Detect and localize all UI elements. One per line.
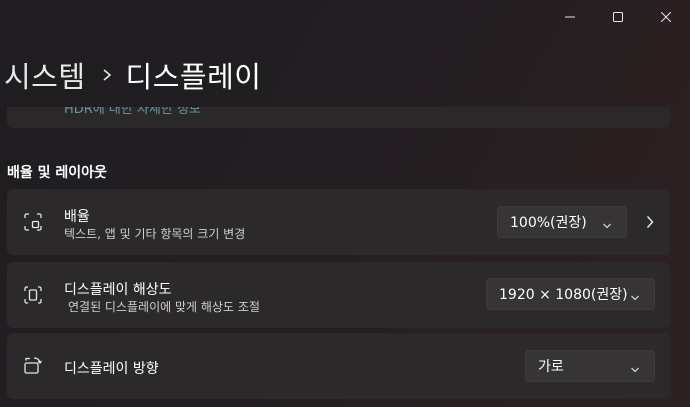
resolution-dropdown-value: 1920 × 1080(권장) <box>499 287 628 303</box>
chevron-down-icon <box>630 362 640 378</box>
resolution-setting-card[interactable]: 디스플레이 해상도 연결된 디스플레이에 맞게 해상도 조절 1920 × 10… <box>7 262 670 328</box>
close-icon[interactable] <box>642 0 690 34</box>
page-title: 디스플레이 <box>125 60 262 94</box>
hdr-info-link[interactable]: HDR에 대한 자세한 정보 <box>64 107 201 117</box>
breadcrumb: 시스템 디스플레이 <box>4 54 261 96</box>
scale-dropdown[interactable]: 100%(권장) <box>497 206 627 238</box>
resolution-icon <box>23 285 43 305</box>
scale-setting-card[interactable]: 배율 텍스트, 앱 및 기타 항목의 크기 변경 100%(권장) <box>7 189 670 255</box>
orientation-title: 디스플레이 방향 <box>64 361 159 377</box>
orientation-dropdown[interactable]: 가로 <box>525 350 655 382</box>
maximize-icon[interactable] <box>594 0 642 34</box>
orientation-icon <box>23 356 43 376</box>
resolution-title: 디스플레이 해상도 <box>64 282 172 298</box>
scale-subtitle: 텍스트, 앱 및 기타 항목의 크기 변경 <box>64 227 246 241</box>
scale-icon <box>23 212 43 232</box>
chevron-right-icon <box>102 68 112 82</box>
scale-dropdown-value: 100%(권장) <box>510 215 587 231</box>
chevron-down-icon <box>630 290 640 306</box>
window-controls <box>546 0 690 34</box>
scale-title: 배율 <box>64 209 90 225</box>
resolution-dropdown[interactable]: 1920 × 1080(권장) <box>486 278 655 310</box>
hdr-card-scrolled: HDR에 대한 자세한 정보 <box>7 107 670 128</box>
chevron-right-icon[interactable] <box>646 214 654 233</box>
chevron-down-icon <box>602 218 612 234</box>
minimize-icon[interactable] <box>546 0 594 34</box>
orientation-setting-card[interactable]: 디스플레이 방향 가로 <box>7 333 670 399</box>
orientation-dropdown-value: 가로 <box>538 359 564 375</box>
resolution-subtitle: 연결된 디스플레이에 맞게 해상도 조절 <box>68 300 260 314</box>
breadcrumb-parent-system[interactable]: 시스템 <box>4 54 86 96</box>
section-title-scale-layout: 배율 및 레이아웃 <box>7 165 107 181</box>
